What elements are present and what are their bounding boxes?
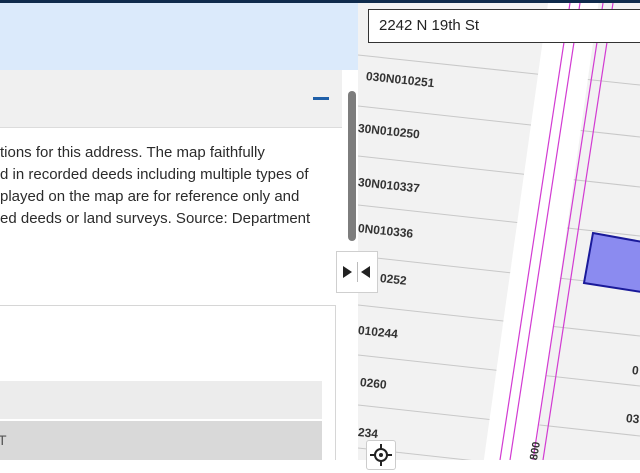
toggle-divider: [357, 262, 358, 282]
disclaimer-line: d in recorded deeds including multiple t…: [0, 166, 309, 183]
info-panel: tions for this address. The map faithful…: [0, 3, 358, 460]
parcel-label: 0252: [379, 271, 408, 288]
table-cell: T: [0, 432, 7, 448]
panel-toggle: [336, 251, 378, 293]
search-input[interactable]: [369, 10, 639, 40]
disclaimer-line: tions for this address. The map faithful…: [0, 144, 265, 161]
section-header: [0, 70, 342, 128]
minus-icon: [313, 97, 329, 100]
table-row[interactable]: T: [0, 421, 322, 460]
crosshair-icon: [370, 444, 392, 466]
parcel-label: 0260: [359, 375, 388, 392]
results-table: T: [0, 305, 336, 460]
locate-button[interactable]: [366, 440, 396, 470]
address-search[interactable]: [368, 9, 640, 43]
parcel-label: 03: [625, 411, 640, 427]
map-view[interactable]: 030N010251 30N010250 30N010337 0N010336 …: [358, 3, 640, 460]
panel-scrollbar[interactable]: [348, 91, 356, 241]
collapse-button[interactable]: [310, 92, 332, 106]
parcel-label: 234: [358, 425, 379, 442]
street-corridor: [482, 3, 600, 460]
panel-header-band: [0, 3, 358, 70]
collapse-panel-icon[interactable]: [359, 265, 371, 279]
parcel-label: 0: [631, 363, 640, 378]
selected-parcel: [582, 231, 640, 293]
disclaimer-line: ed deeds or land surveys. Source: Depart…: [0, 210, 311, 227]
scrollbar-thumb[interactable]: [348, 91, 356, 241]
disclaimer-text: tions for this address. The map faithful…: [0, 142, 342, 230]
disclaimer-line: played on the map are for reference only…: [0, 188, 300, 205]
expand-panel-icon[interactable]: [342, 265, 354, 279]
table-row[interactable]: [0, 381, 322, 419]
